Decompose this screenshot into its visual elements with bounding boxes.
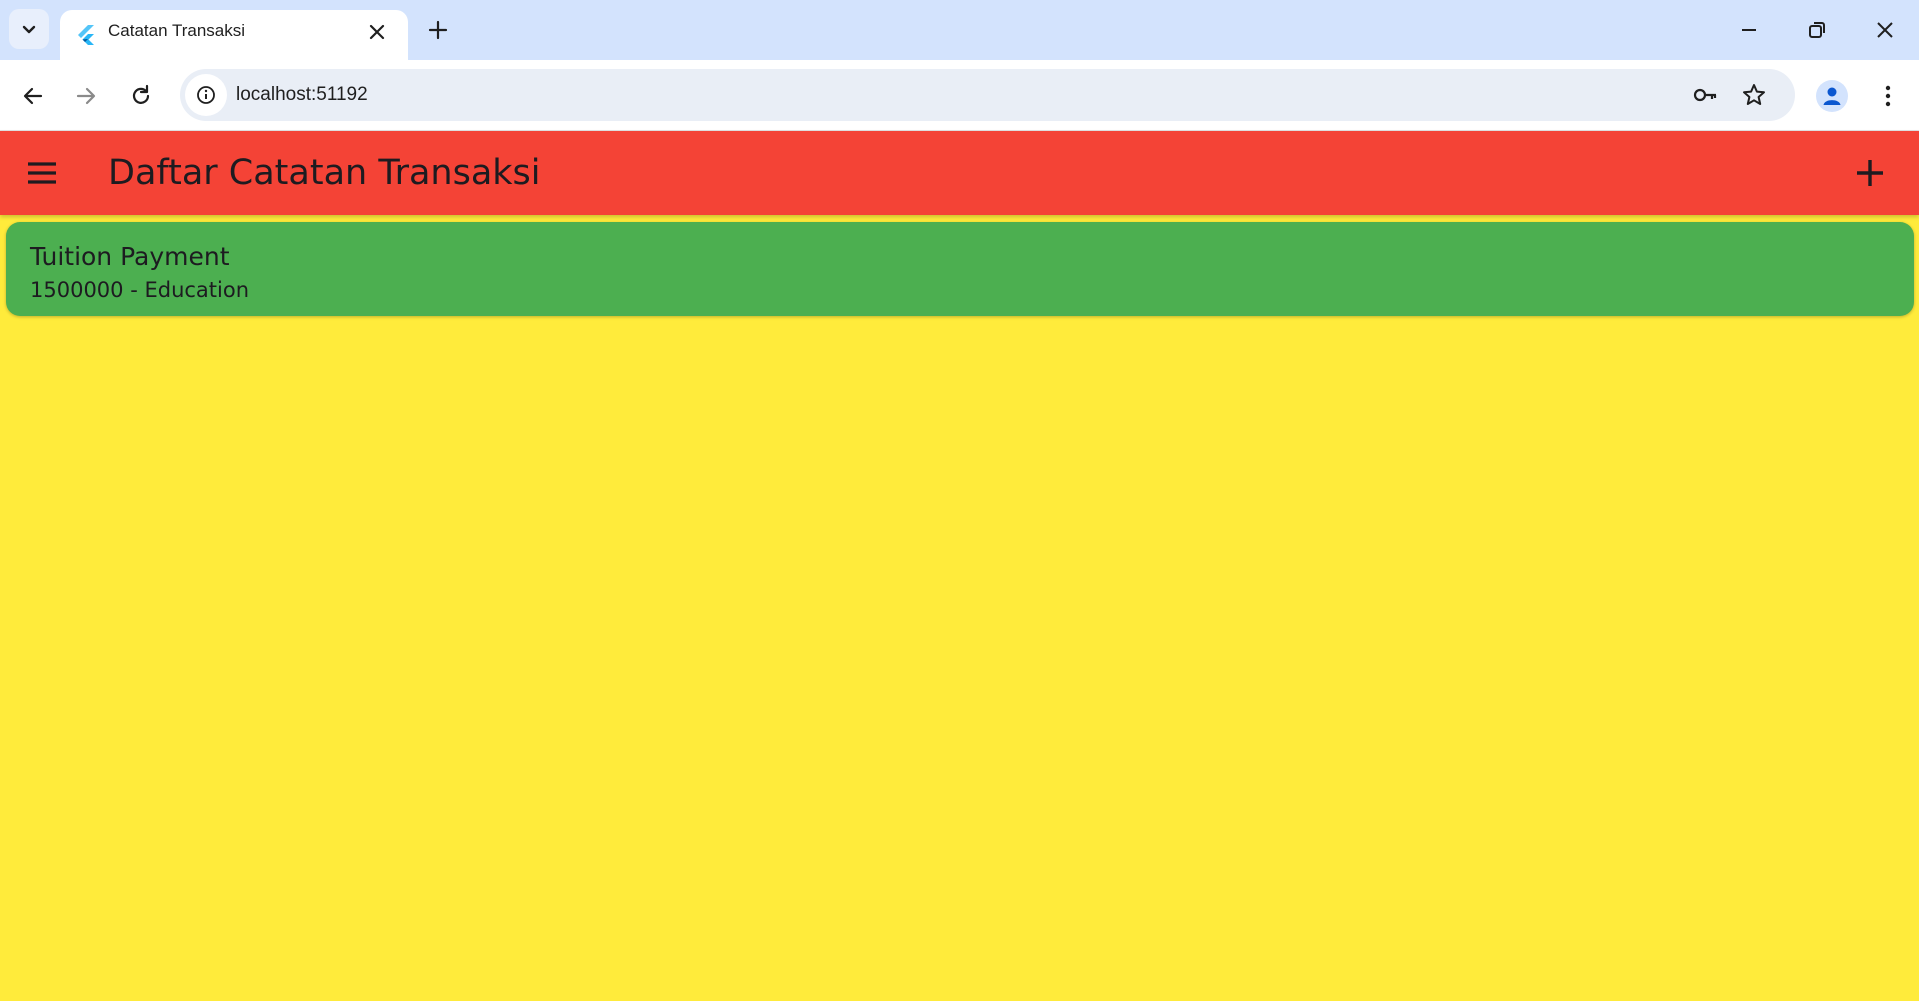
new-tab-button[interactable] — [426, 18, 450, 42]
add-transaction-icon[interactable] — [1850, 153, 1890, 193]
forward-arrow-icon[interactable] — [72, 82, 100, 110]
url-text[interactable]: localhost:51192 — [236, 69, 368, 121]
browser-tab-strip: Catatan Transaksi — [0, 0, 1919, 60]
app-bar: Daftar Catatan Transaksi — [0, 131, 1919, 215]
transaction-subtitle: 1500000 - Education — [30, 278, 249, 302]
address-bar[interactable]: localhost:51192 — [180, 69, 1795, 121]
back-arrow-icon[interactable] — [19, 82, 47, 110]
transaction-category: Education — [144, 278, 250, 302]
minimize-icon[interactable] — [1735, 16, 1763, 44]
tab-search-button[interactable] — [9, 9, 49, 49]
more-vert-icon[interactable] — [1874, 82, 1902, 110]
flutter-logo-icon — [78, 25, 94, 45]
close-icon[interactable] — [366, 21, 388, 43]
close-window-icon[interactable] — [1871, 16, 1899, 44]
transaction-title: Tuition Payment — [30, 242, 230, 271]
hamburger-menu-icon[interactable] — [22, 153, 62, 193]
browser-tab[interactable]: Catatan Transaksi — [60, 10, 408, 60]
site-info-button[interactable] — [185, 74, 227, 116]
browser-toolbar: localhost:51192 — [0, 60, 1919, 131]
person-icon — [1823, 87, 1841, 105]
info-icon — [197, 86, 215, 104]
transaction-amount: 1500000 — [30, 278, 124, 302]
transaction-card[interactable]: Tuition Payment 1500000 - Education — [6, 222, 1914, 316]
tab-title: Catatan Transaksi — [108, 21, 246, 40]
profile-avatar[interactable] — [1816, 80, 1848, 112]
restore-icon[interactable] — [1803, 16, 1831, 44]
page-title: Daftar Catatan Transaksi — [108, 153, 541, 193]
transaction-separator: - — [123, 278, 145, 302]
app-viewport: Daftar Catatan Transaksi Tuition Payment… — [0, 131, 1919, 1001]
key-icon[interactable] — [1692, 82, 1718, 108]
reload-icon[interactable] — [127, 82, 155, 110]
transaction-list: Tuition Payment 1500000 - Education — [6, 222, 1914, 324]
star-icon[interactable] — [1741, 82, 1767, 108]
chevron-down-icon — [22, 25, 36, 34]
